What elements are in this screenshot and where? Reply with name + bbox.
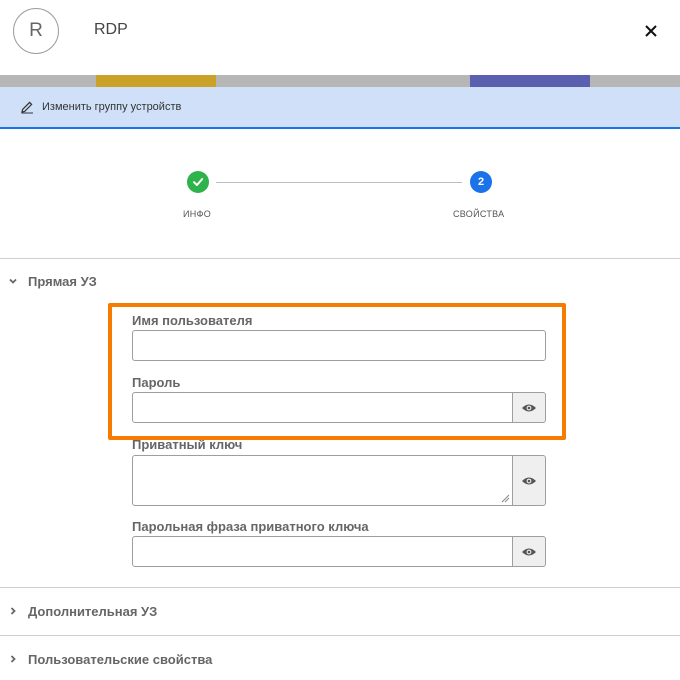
check-icon (193, 178, 204, 186)
avatar: R (13, 8, 59, 54)
eye-icon (522, 477, 536, 484)
password-field[interactable] (132, 392, 513, 423)
username-field[interactable] (132, 330, 546, 361)
step-1-label: ИНФО (183, 209, 212, 219)
divider (0, 258, 680, 259)
private-key-label: Приватный ключ (132, 437, 243, 452)
close-icon (645, 25, 657, 37)
passphrase-label: Парольная фраза приватного ключа (132, 519, 369, 534)
section-custom-properties-label: Пользовательские свойства (28, 651, 213, 667)
step-2-label: СВОЙСТВА (453, 209, 505, 219)
private-key-field[interactable] (132, 455, 513, 506)
background-tile (470, 75, 590, 87)
dialog-header: R RDP (0, 0, 680, 75)
username-label: Имя пользователя (132, 313, 253, 328)
edit-device-group-button[interactable]: Изменить группу устройств (0, 87, 680, 129)
section-direct-account-label: Прямая УЗ (28, 273, 97, 289)
password-label: Пароль (132, 375, 181, 390)
section-direct-account[interactable]: Прямая УЗ (0, 267, 680, 295)
eye-icon (522, 404, 536, 411)
pencil-icon (21, 101, 33, 114)
step-2-indicator[interactable]: 2 (470, 171, 492, 193)
section-custom-properties[interactable]: Пользовательские свойства (0, 645, 680, 673)
private-key-visibility-toggle[interactable] (512, 455, 546, 506)
chevron-down-icon (9, 278, 17, 284)
divider (0, 587, 680, 588)
background-tile (96, 75, 216, 87)
passphrase-field[interactable] (132, 536, 513, 567)
chevron-right-icon (10, 655, 16, 663)
section-additional-account[interactable]: Дополнительная УЗ (0, 597, 680, 625)
section-additional-account-label: Дополнительная УЗ (28, 603, 158, 619)
edit-device-group-label: Изменить группу устройств (42, 101, 182, 113)
step-1-indicator[interactable] (187, 171, 209, 193)
stepper: 2 ИНФО СВОЙСТВА (0, 160, 680, 230)
resize-handle-icon[interactable] (500, 493, 510, 503)
stepper-connector (216, 182, 462, 183)
background-strip (0, 75, 680, 87)
chevron-right-icon (10, 607, 16, 615)
eye-icon (522, 548, 536, 555)
passphrase-visibility-toggle[interactable] (512, 536, 546, 567)
close-button[interactable] (640, 20, 662, 42)
divider (0, 635, 680, 636)
dialog-title: RDP (94, 21, 128, 38)
password-visibility-toggle[interactable] (512, 392, 546, 423)
